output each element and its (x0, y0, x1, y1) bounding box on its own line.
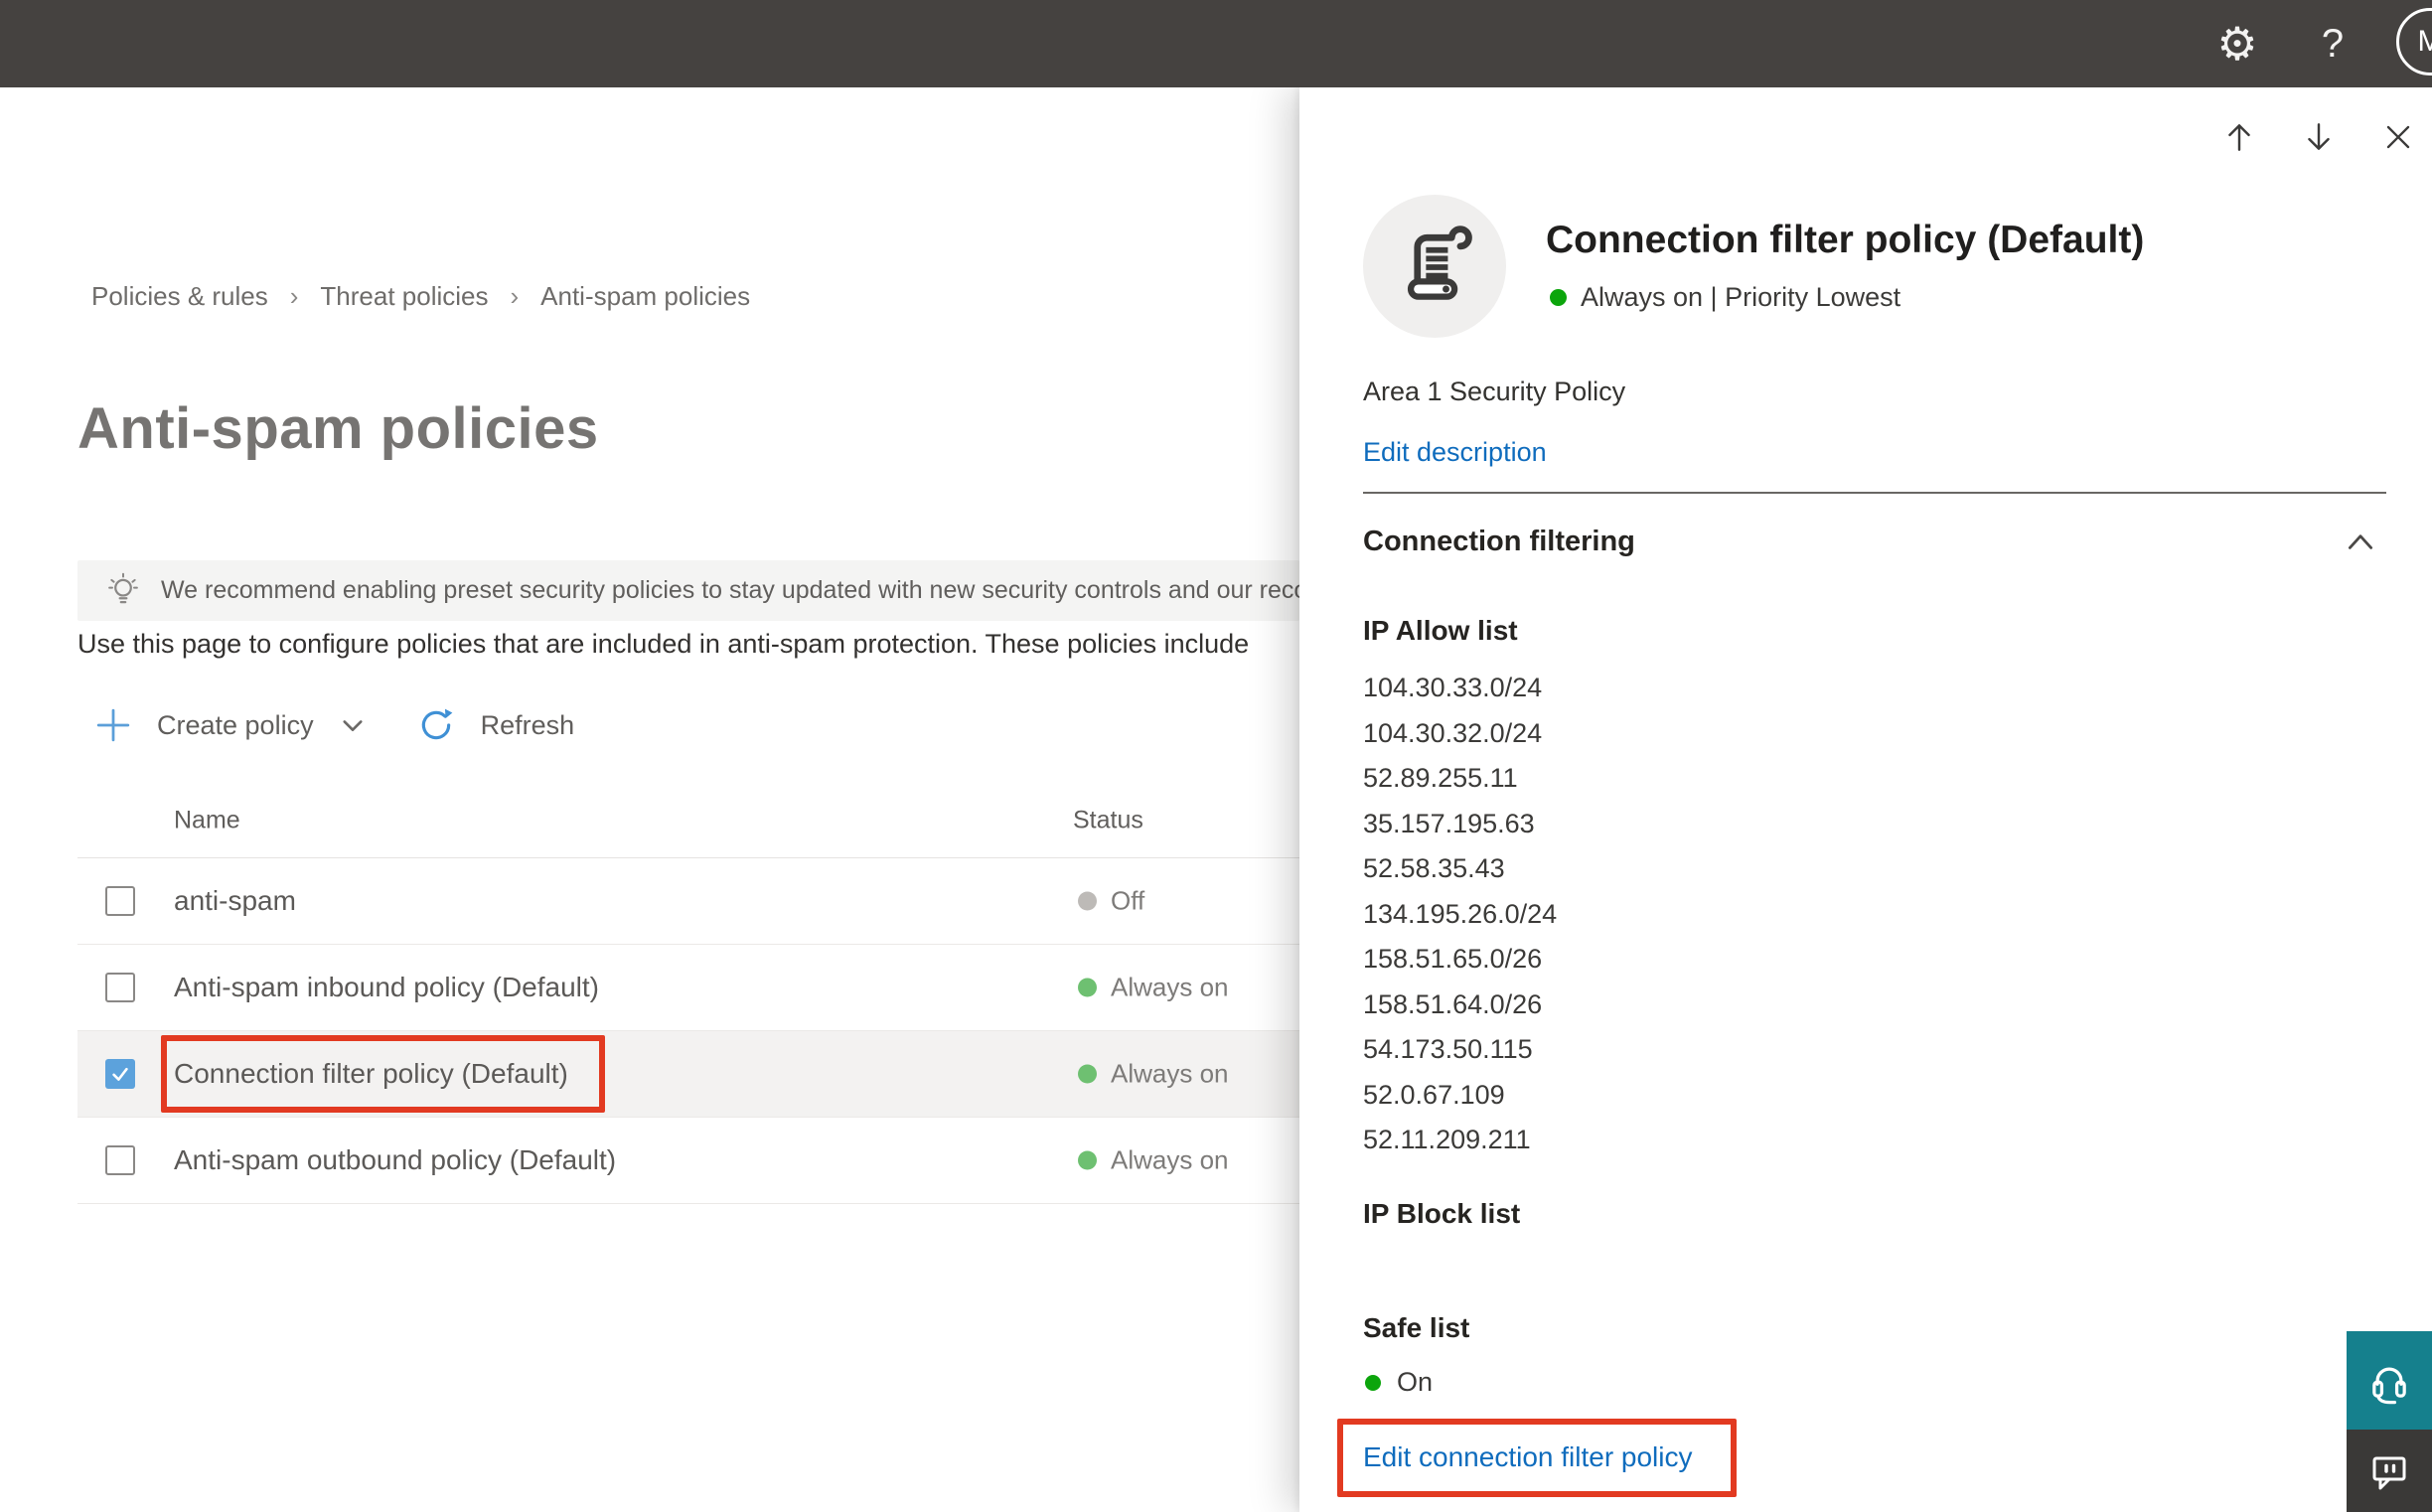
lightbulb-icon (103, 571, 143, 611)
policy-status: Always on (1078, 1059, 1229, 1090)
main-content: Policies & rules › Threat policies › Ant… (0, 87, 1299, 1512)
column-header-status[interactable]: Status (1073, 806, 1143, 834)
ip-entry: 134.195.26.0/24 (1363, 898, 1558, 929)
collapse-section-button[interactable] (2345, 529, 2376, 554)
table-header: Name Status (77, 783, 1299, 858)
status-dot-icon (1078, 891, 1097, 911)
refresh-label: Refresh (480, 709, 575, 740)
help-icon: ? (2321, 21, 2345, 66)
edit-description-link[interactable]: Edit description (1363, 437, 1547, 468)
create-policy-button[interactable]: Create policy (95, 707, 366, 743)
help-button[interactable]: ? (2293, 0, 2372, 87)
breadcrumb-policies-rules[interactable]: Policies & rules (91, 281, 268, 312)
ip-allow-list: 104.30.33.0/24 104.30.32.0/24 52.89.255.… (1363, 666, 1557, 1163)
next-item-button[interactable] (2291, 109, 2347, 165)
policy-icon-badge (1363, 195, 1506, 338)
status-dot-icon (1078, 1064, 1097, 1084)
row-checkbox[interactable] (105, 886, 135, 916)
policies-table: Name Status anti-spam Off Anti-spam inbo… (77, 783, 1299, 1204)
safe-list-status: On (1365, 1367, 1433, 1398)
policy-name[interactable]: Connection filter policy (Default) (174, 1058, 568, 1090)
panel-title: Connection filter policy (Default) (1546, 219, 2145, 261)
safe-list-status-text: On (1397, 1367, 1434, 1397)
toolbar: Create policy Refresh (95, 699, 574, 751)
status-label: Off (1111, 885, 1145, 916)
breadcrumb-anti-spam-policies: Anti-spam policies (540, 281, 751, 311)
breadcrumb-separator-icon: › (510, 281, 520, 311)
column-header-name[interactable]: Name (174, 806, 240, 834)
status-label: Always on (1111, 1144, 1229, 1175)
breadcrumb-threat-policies[interactable]: Threat policies (320, 281, 488, 312)
checkmark-icon (108, 1062, 132, 1086)
close-icon (2381, 120, 2415, 154)
edit-connection-filter-policy-link[interactable]: Edit connection filter policy (1363, 1441, 1693, 1473)
up-arrow-icon (2221, 119, 2257, 155)
ip-allow-list-title: IP Allow list (1363, 615, 1518, 646)
plus-icon (95, 707, 131, 743)
feedback-icon (2365, 1447, 2413, 1495)
status-label: Always on (1111, 972, 1229, 1002)
refresh-icon (417, 706, 455, 744)
breadcrumb-separator-icon: › (289, 281, 299, 311)
ip-entry: 35.157.195.63 (1363, 808, 1535, 838)
recommendation-banner: We recommend enabling preset security po… (77, 560, 1299, 621)
ip-entry: 54.173.50.115 (1363, 1034, 1533, 1064)
policy-status: Always on (1078, 1145, 1229, 1176)
status-dot-icon (1078, 978, 1097, 997)
close-panel-button[interactable] (2370, 109, 2426, 165)
status-dot-icon (1550, 289, 1567, 306)
support-button[interactable] (2347, 1331, 2432, 1430)
policy-name[interactable]: Anti-spam outbound policy (Default) (174, 1144, 616, 1176)
intro-text: Use this page to configure policies that… (77, 629, 1250, 659)
ip-entry: 104.30.33.0/24 (1363, 673, 1543, 702)
avatar-initial: M (2417, 25, 2432, 58)
chevron-up-icon (2345, 529, 2376, 554)
policy-name[interactable]: anti-spam (174, 885, 296, 917)
refresh-button[interactable]: Refresh (417, 706, 575, 744)
screen: ⚙ ? M Policies & rules › Threat policies… (0, 0, 2432, 1512)
safe-list-title: Safe list (1363, 1312, 1470, 1343)
status-dot-icon (1078, 1150, 1097, 1170)
breadcrumb: Policies & rules › Threat policies › Ant… (91, 281, 750, 312)
row-checkbox[interactable] (105, 1145, 135, 1175)
chevron-down-icon (340, 712, 366, 738)
down-arrow-icon (2301, 119, 2337, 155)
banner-text: We recommend enabling preset security po… (161, 576, 1299, 604)
table-row-selected[interactable]: Connection filter policy (Default) Alway… (77, 1031, 1299, 1118)
policy-details-panel: Connection filter policy (Default) Alway… (1299, 87, 2432, 1512)
ip-entry: 104.30.32.0/24 (1363, 717, 1543, 748)
policy-description: Area 1 Security Policy (1363, 377, 1626, 406)
status-label: Always on (1111, 1058, 1229, 1089)
ip-entry: 52.58.35.43 (1363, 853, 1505, 883)
gear-icon: ⚙ (2216, 17, 2258, 71)
ip-entry: 158.51.65.0/26 (1363, 944, 1543, 974)
ip-entry: 52.89.255.11 (1363, 763, 1518, 793)
row-checkbox[interactable] (105, 973, 135, 1002)
panel-status: Always on | Priority Lowest (1550, 282, 1900, 313)
page-title: Anti-spam policies (77, 396, 599, 461)
status-dot-icon (1365, 1374, 1381, 1391)
scroll-icon (1389, 221, 1480, 312)
ip-entry: 158.51.64.0/26 (1363, 988, 1543, 1019)
topbar: ⚙ ? M (0, 0, 2432, 87)
policy-status: Off (1078, 886, 1144, 917)
avatar[interactable]: M (2396, 8, 2432, 76)
panel-status-text: Always on | Priority Lowest (1581, 282, 1901, 312)
table-row[interactable]: Anti-spam outbound policy (Default) Alwa… (77, 1118, 1299, 1204)
headset-icon (2363, 1355, 2415, 1407)
ip-block-list-title: IP Block list (1363, 1198, 1521, 1229)
divider (1363, 492, 2386, 494)
previous-item-button[interactable] (2211, 109, 2267, 165)
feedback-button[interactable] (2347, 1430, 2432, 1512)
create-policy-label: Create policy (157, 709, 314, 740)
policy-status: Always on (1078, 973, 1229, 1003)
policy-name[interactable]: Anti-spam inbound policy (Default) (174, 972, 599, 1003)
ip-entry: 52.0.67.109 (1363, 1079, 1505, 1110)
section-title-connection-filtering: Connection filtering (1363, 526, 1635, 557)
ip-entry: 52.11.209.211 (1363, 1125, 1531, 1154)
settings-button[interactable]: ⚙ (2198, 0, 2277, 87)
row-checkbox-checked[interactable] (105, 1059, 135, 1089)
table-row[interactable]: Anti-spam inbound policy (Default) Alway… (77, 945, 1299, 1031)
table-row[interactable]: anti-spam Off (77, 858, 1299, 945)
